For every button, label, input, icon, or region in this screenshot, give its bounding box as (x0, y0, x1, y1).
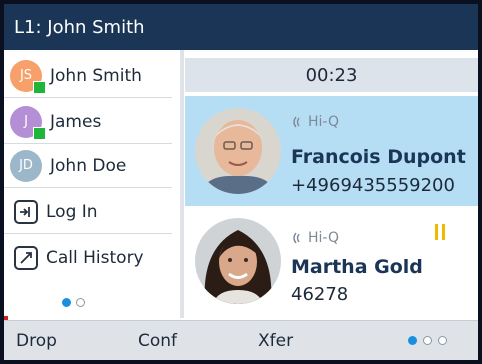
sidebar-item-james[interactable]: J James (4, 100, 172, 144)
page-dot (76, 298, 85, 307)
caller-number: 46278 (291, 284, 349, 305)
page-dot (438, 336, 447, 345)
held-call-card[interactable]: Hi-Q Martha Gold 46278 (185, 212, 478, 322)
xfer-button[interactable]: Xfer (258, 331, 293, 351)
sidebar-item-label: John Smith (50, 65, 142, 86)
line-title: L1: John Smith (14, 16, 145, 38)
avatar: JS (10, 59, 46, 94)
page-dot-active (408, 336, 417, 345)
caller-number: +4969435559200 (291, 175, 455, 196)
avatar-initials: JS (19, 68, 33, 83)
hiq-label: Hi-Q (308, 114, 340, 130)
softkey-page-indicator[interactable] (408, 336, 447, 345)
call-history-icon (14, 246, 38, 270)
sidebar-item-john-smith[interactable]: JS John Smith (4, 54, 172, 98)
phone-screen: L1: John Smith JS John Smith J James JD … (4, 4, 478, 360)
hiq-badge: Hi-Q (291, 114, 339, 130)
line-key-sidebar: JS John Smith J James JD John Doe Log In… (4, 50, 180, 318)
caller-photo (195, 108, 281, 194)
avatar: J (10, 105, 46, 140)
panel-divider (180, 50, 184, 318)
avatar-initials: JD (19, 158, 33, 173)
sidebar-page-indicator[interactable] (62, 298, 85, 307)
hd-audio-icon (293, 232, 300, 244)
sidebar-item-john-doe[interactable]: JD John Doe (4, 144, 172, 188)
avatar-initials: J (24, 114, 28, 129)
hd-audio-icon (293, 116, 300, 128)
caller-photo (195, 218, 281, 304)
hiq-label: Hi-Q (308, 230, 340, 246)
hiq-badge: Hi-Q (291, 230, 339, 246)
sidebar-item-call-history[interactable]: Call History (4, 236, 172, 280)
login-icon (14, 199, 38, 224)
sidebar-item-label: James (50, 111, 102, 132)
call-timer-bar: 00:23 (185, 58, 478, 92)
presence-available-icon (33, 80, 46, 94)
conf-button[interactable]: Conf (138, 331, 177, 351)
caller-name: Martha Gold (291, 256, 423, 278)
active-call-card[interactable]: Hi-Q Francois Dupont +4969435559200 (185, 96, 478, 206)
call-timer: 00:23 (305, 64, 358, 86)
caller-name: Francois Dupont (291, 146, 466, 168)
sidebar-item-label: John Doe (50, 155, 127, 176)
page-dot-active (62, 298, 71, 307)
sidebar-item-label: Call History (46, 248, 144, 268)
avatar: JD (10, 149, 42, 182)
page-dot (423, 336, 432, 345)
red-indicator-mark (4, 316, 8, 320)
hold-icon (435, 224, 445, 240)
sidebar-item-label: Log In (46, 201, 98, 222)
sidebar-item-log-in[interactable]: Log In (4, 190, 172, 234)
line-header: L1: John Smith (4, 4, 478, 50)
presence-available-icon (33, 126, 46, 140)
softkey-bar: Drop Conf Xfer (4, 320, 478, 360)
drop-button[interactable]: Drop (16, 331, 57, 351)
